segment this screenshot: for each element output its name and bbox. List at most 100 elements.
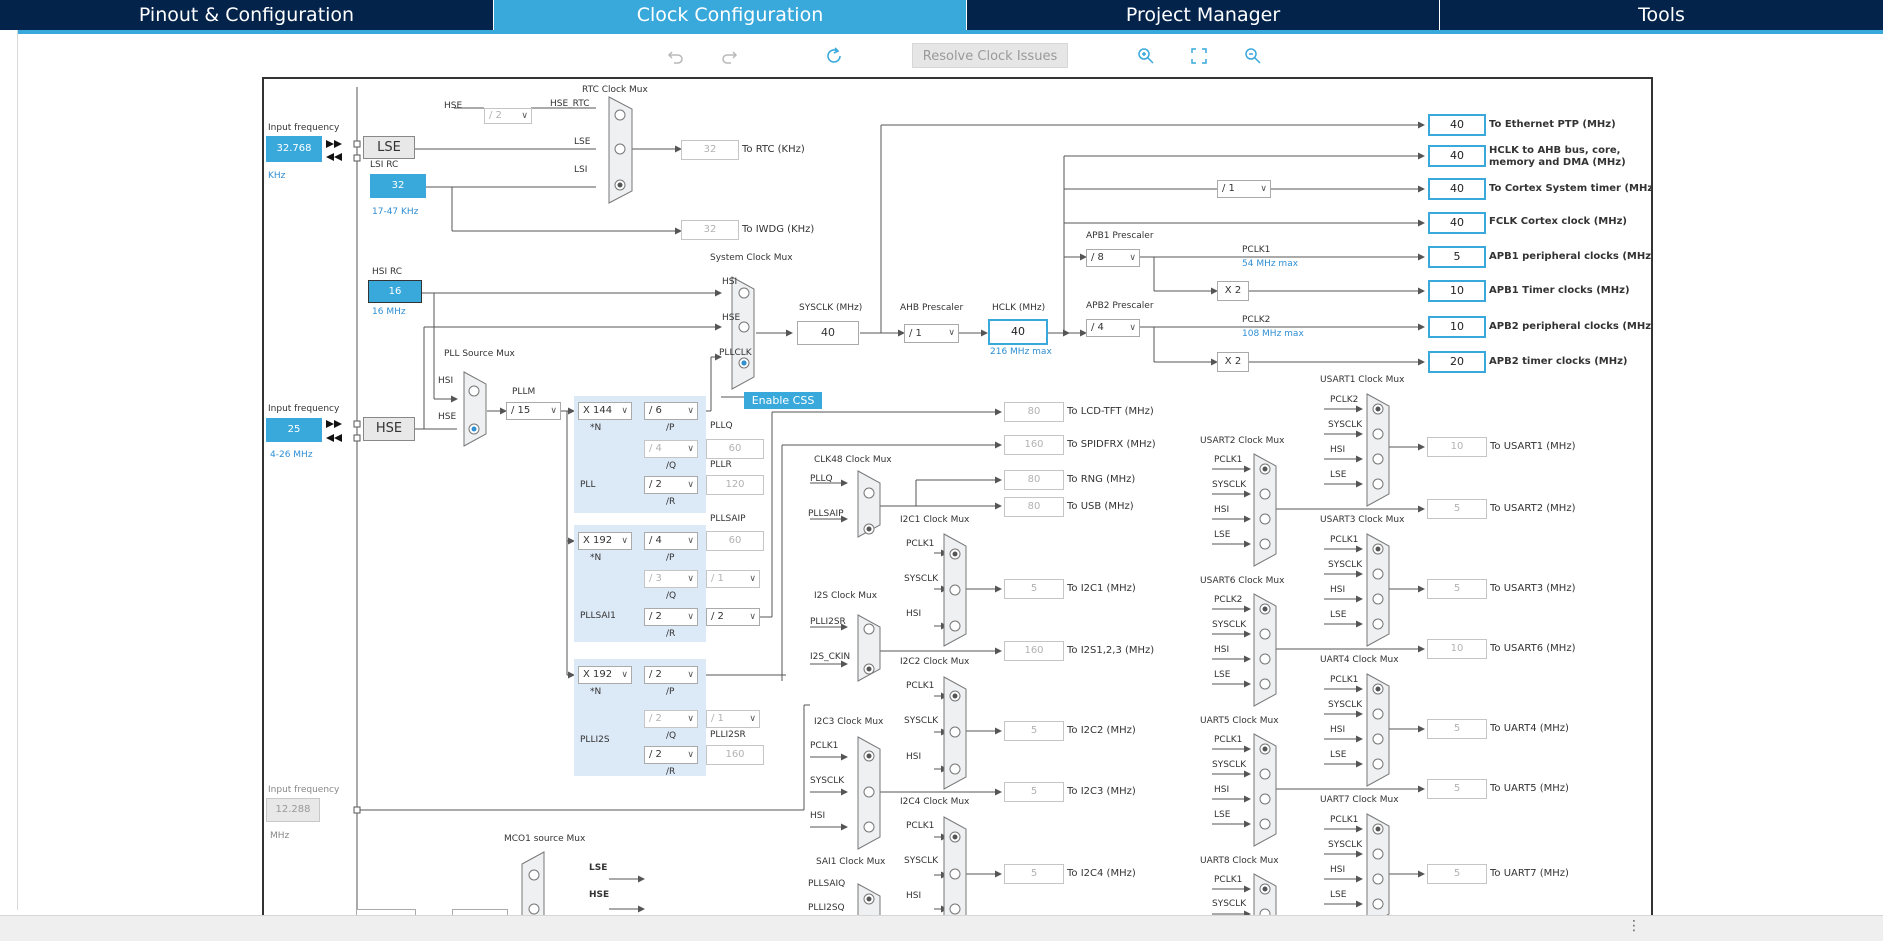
- fit-screen-icon[interactable]: [1188, 45, 1210, 67]
- uart5-hsi-label: HSI: [1214, 785, 1230, 795]
- apb1-prescaler-title: APB1 Prescaler: [1086, 231, 1154, 241]
- usart1-sysclk-label: SYSCLK: [1328, 420, 1363, 430]
- usart2-sysclk-label: SYSCLK: [1212, 480, 1247, 490]
- zoom-in-icon[interactable]: [1135, 45, 1157, 67]
- pllsai1-r-second-divider[interactable]: / 2 ∨: [706, 608, 760, 626]
- sysmux-hse-label: HSE: [722, 313, 741, 323]
- hclk-ahb-output[interactable]: 40: [1428, 145, 1486, 167]
- uart8-sysclk-label: SYSCLK: [1212, 899, 1247, 909]
- enable-css-button[interactable]: Enable CSS: [744, 392, 822, 409]
- lse-oscillator[interactable]: LSE: [363, 136, 415, 159]
- uart5-mux-title: UART5 Clock Mux: [1200, 716, 1279, 726]
- uart4-lse-label: LSE: [1330, 750, 1347, 760]
- apb2-peripheral-output[interactable]: 10: [1428, 316, 1486, 338]
- plli2s-q-divider[interactable]: / 2 ∨: [644, 710, 698, 728]
- apb1-peripheral-output[interactable]: 5: [1428, 246, 1486, 268]
- pllsai1-q-divider[interactable]: / 3 ∨: [644, 570, 698, 588]
- spdifrx-output: 160: [1004, 435, 1064, 455]
- pllsai1-r-divider[interactable]: / 2 ∨: [644, 608, 698, 626]
- clk48-pllsaip-label: PLLSAIP: [808, 509, 844, 519]
- fclk-label: FCLK Cortex clock (MHz): [1489, 216, 1627, 227]
- pllsai1-p-divider[interactable]: / 4 ∨: [644, 532, 698, 550]
- usart3-output: 5: [1427, 579, 1487, 599]
- plli2s-q-second-divider[interactable]: / 1 ∨: [706, 710, 760, 728]
- tab-pinout-configuration[interactable]: Pinout & Configuration: [0, 0, 494, 30]
- lse-input-frequency-label: Input frequency: [268, 123, 340, 133]
- i2c2-label: To I2C2 (MHz): [1067, 725, 1136, 736]
- lcd-tft-output: 80: [1004, 402, 1064, 422]
- uart5-label: To UART5 (MHz): [1490, 783, 1569, 794]
- pllsai1-q-second-divider[interactable]: / 1 ∨: [706, 570, 760, 588]
- pll-n-multiplier[interactable]: X 144 ∨: [578, 402, 632, 420]
- lsi-range: 17-47 KHz: [372, 207, 419, 217]
- i2c4-sysclk-label: SYSCLK: [904, 856, 939, 866]
- lse-input-frequency-field[interactable]: 32.768: [266, 136, 322, 162]
- plli2s-p-divider[interactable]: / 2 ∨: [644, 666, 698, 684]
- ethernet-ptp-output[interactable]: 40: [1428, 114, 1486, 136]
- usart2-hsi-label: HSI: [1214, 505, 1230, 515]
- pll-r-label: /R: [666, 497, 676, 507]
- ahb-prescaler-select[interactable]: / 1 ∨: [904, 324, 959, 343]
- refresh-icon[interactable]: [823, 45, 845, 67]
- uart5-lse-label: LSE: [1214, 810, 1231, 820]
- apb1-timer-label: APB1 Timer clocks (MHz): [1489, 285, 1630, 296]
- plli2s-q-label: /Q: [666, 731, 677, 741]
- apb1-prescaler-select[interactable]: / 8 ∨: [1086, 249, 1140, 267]
- ext-unit: MHz: [270, 831, 290, 841]
- fclk-output[interactable]: 40: [1428, 212, 1486, 234]
- hsi-frequency: 16 MHz: [372, 307, 406, 317]
- hse-oscillator[interactable]: HSE: [363, 417, 415, 441]
- i2c1-mux-title: I2C1 Clock Mux: [900, 515, 970, 525]
- hse-input-frequency-field[interactable]: 25: [266, 418, 322, 442]
- hclk-field[interactable]: 40: [988, 319, 1048, 345]
- pclk2-label: PCLK2: [1242, 315, 1271, 325]
- tab-project-manager[interactable]: Project Manager: [967, 0, 1440, 30]
- plli2sr-label: PLLI2SR: [710, 730, 746, 740]
- redo-icon[interactable]: [718, 45, 740, 67]
- rtc-output-label: To RTC (KHz): [742, 144, 805, 155]
- i2c3-sysclk-label: SYSCLK: [810, 776, 845, 786]
- tab-clock-configuration[interactable]: Clock Configuration: [494, 0, 967, 30]
- ahb-prescaler-title: AHB Prescaler: [900, 303, 964, 313]
- pll-p-label: /P: [666, 423, 675, 433]
- more-options-icon[interactable]: ⋮: [1627, 918, 1641, 934]
- i2c2-mux-title: I2C2 Clock Mux: [900, 657, 970, 667]
- pllsrc-hsi-label: HSI: [438, 376, 454, 386]
- zoom-out-icon[interactable]: [1242, 45, 1264, 67]
- uart7-hsi-label: HSI: [1330, 865, 1346, 875]
- spdifrx-label: To SPIDFRX (MHz): [1067, 439, 1156, 450]
- plli2s-n-multiplier[interactable]: X 192 ∨: [578, 666, 632, 684]
- i2c4-mux-title: I2C4 Clock Mux: [900, 797, 970, 807]
- undo-icon[interactable]: [665, 45, 687, 67]
- apb2-prescaler-select[interactable]: / 4 ∨: [1086, 319, 1140, 337]
- plli2s-r-divider[interactable]: / 2 ∨: [644, 746, 698, 764]
- uart7-mux-title: UART7 Clock Mux: [1320, 795, 1399, 805]
- i2c1-pclk1-label: PCLK1: [906, 539, 935, 549]
- i2c1-output: 5: [1004, 579, 1064, 599]
- apb1-timer-output[interactable]: 10: [1428, 280, 1486, 302]
- tab-tools[interactable]: Tools: [1440, 0, 1883, 30]
- resolve-clock-issues-button[interactable]: Resolve Clock Issues: [912, 43, 1068, 68]
- apb2-timer-output[interactable]: 20: [1428, 351, 1486, 373]
- rtc-hse-divider[interactable]: / 2 ∨: [484, 108, 532, 124]
- cortex-timer-output[interactable]: 40: [1428, 178, 1486, 200]
- pllq-label: PLLQ: [710, 421, 733, 431]
- pllsai1-n-multiplier[interactable]: X 192 ∨: [578, 532, 632, 550]
- usart2-lse-label: LSE: [1214, 530, 1231, 540]
- usb-output: 80: [1004, 497, 1064, 517]
- sai1-mux-title: SAI1 Clock Mux: [816, 857, 886, 867]
- pll-r-divider[interactable]: / 2 ∨: [644, 476, 698, 494]
- pllm-divider[interactable]: / 15 ∨: [506, 402, 561, 420]
- cortex-timer-divider[interactable]: / 1 ∨: [1217, 180, 1271, 198]
- apb1-peripheral-label: APB1 peripheral clocks (MHz): [1489, 251, 1653, 262]
- clock-tree-diagram: Input frequency 32.768 KHz LSE LSI RC 32…: [262, 77, 1653, 915]
- i2c2-hsi-label: HSI: [906, 752, 922, 762]
- tab-underline: [18, 30, 1883, 34]
- pllsaip-output-field: 60: [706, 531, 764, 551]
- pll-q-divider[interactable]: / 4 ∨: [644, 440, 698, 458]
- ext-input-frequency-field[interactable]: 12.288: [266, 798, 320, 822]
- pll-p-divider[interactable]: / 6 ∨: [644, 402, 698, 420]
- pll-name: PLL: [580, 480, 596, 490]
- pllsrc-hse-label: HSE: [438, 412, 457, 422]
- rtc-clock-mux-title: RTC Clock Mux: [582, 85, 648, 95]
